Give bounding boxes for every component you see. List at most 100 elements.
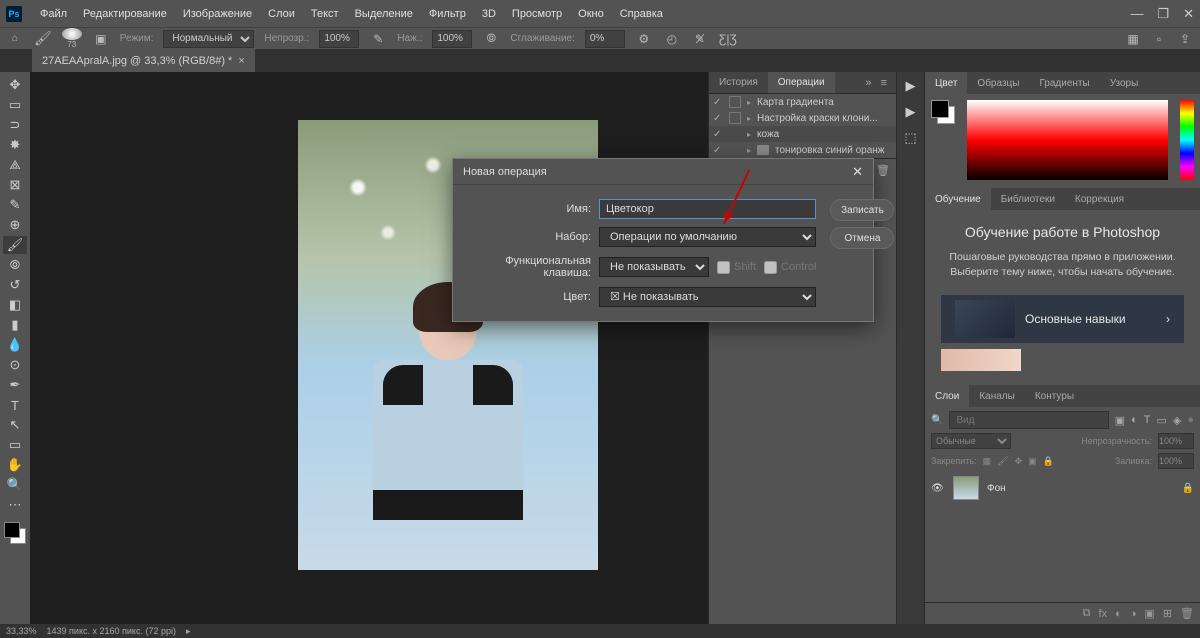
delete-layer-icon[interactable]: 🗑: [1180, 607, 1194, 620]
learn-card-thumb[interactable]: [941, 349, 1021, 371]
tab-history[interactable]: История: [709, 72, 768, 93]
filter-toggle-icon[interactable]: ●: [1187, 414, 1194, 427]
new-layer-icon[interactable]: ⊞: [1163, 607, 1172, 620]
action-item[interactable]: ✓▸кожа: [709, 126, 896, 142]
menu-image[interactable]: Изображение: [175, 8, 260, 20]
history-brush-tool[interactable]: ↺: [3, 276, 27, 294]
pen-tool[interactable]: ✒: [3, 376, 27, 394]
eyedropper-tool[interactable]: ✎: [3, 196, 27, 214]
lock-paint-icon[interactable]: 🖌: [997, 456, 1008, 467]
lock-pixels-icon[interactable]: ▦: [983, 456, 992, 467]
hue-slider[interactable]: [1180, 100, 1194, 180]
opacity-input[interactable]: [319, 30, 359, 48]
symmetry-icon[interactable]: Ƹ|Ʒ: [719, 30, 737, 48]
menu-layers[interactable]: Слои: [260, 8, 303, 20]
healing-tool[interactable]: ⊕: [3, 216, 27, 234]
panel-toggle-icon[interactable]: ▦: [1124, 30, 1142, 48]
marquee-tool[interactable]: ▭: [3, 96, 27, 114]
menu-filter[interactable]: Фильтр: [421, 8, 474, 20]
edit-toolbar[interactable]: ⋯: [3, 496, 27, 514]
color-field[interactable]: [967, 100, 1168, 180]
lock-all-icon[interactable]: 🔒: [1043, 456, 1054, 467]
home-icon[interactable]: ⌂: [6, 30, 24, 48]
shape-tool[interactable]: ▭: [3, 436, 27, 454]
dialog-close-icon[interactable]: ✕: [852, 164, 863, 180]
window-maximize[interactable]: ❐: [1157, 6, 1169, 22]
filter-smart-icon[interactable]: ◈: [1173, 414, 1181, 427]
blend-mode-layer-select[interactable]: Обычные: [931, 433, 1011, 449]
lock-pos-icon[interactable]: ✥: [1015, 456, 1023, 467]
tab-actions[interactable]: Операции: [768, 72, 835, 93]
zoom-level[interactable]: 33,33%: [6, 626, 37, 636]
mid-icon-3[interactable]: ⬚: [904, 130, 916, 146]
tab-swatches[interactable]: Образцы: [967, 72, 1029, 94]
mask-icon[interactable]: ◐: [1115, 608, 1122, 620]
group-icon[interactable]: ▣: [1144, 607, 1154, 620]
tablet-pressure-icon[interactable]: ✎̸: [691, 30, 709, 48]
canvas-area[interactable]: [30, 72, 708, 624]
zoom-tool[interactable]: 🔍: [3, 476, 27, 494]
menu-help[interactable]: Справка: [612, 8, 671, 20]
mid-icon-1[interactable]: ▶: [906, 78, 916, 94]
link-layers-icon[interactable]: ⧉: [1083, 607, 1091, 620]
tool-preset-icon[interactable]: 🖌: [34, 30, 52, 47]
menu-view[interactable]: Просмотр: [504, 8, 570, 20]
opacity-pressure-icon[interactable]: ✎: [369, 30, 387, 48]
brush-tool[interactable]: 🖌: [3, 236, 27, 254]
menu-file[interactable]: Файл: [32, 8, 75, 20]
menu-edit[interactable]: Редактирование: [75, 8, 175, 20]
mid-icon-2[interactable]: ▶: [906, 104, 916, 120]
dodge-tool[interactable]: ⊙: [3, 356, 27, 374]
share-icon[interactable]: ⇪: [1176, 30, 1194, 48]
record-button[interactable]: Записать: [830, 199, 894, 221]
tab-channels[interactable]: Каналы: [969, 385, 1025, 407]
hand-tool[interactable]: ✋: [3, 456, 27, 474]
action-color-select[interactable]: ☒ Не показывать: [599, 287, 816, 307]
tab-patterns[interactable]: Узоры: [1100, 72, 1149, 94]
smoothing-input[interactable]: [585, 30, 625, 48]
frame-tool[interactable]: ⊠: [3, 176, 27, 194]
action-item[interactable]: ✓▸Карта градиента: [709, 94, 896, 110]
layer-opacity-input[interactable]: [1158, 433, 1194, 449]
menu-3d[interactable]: 3D: [474, 8, 504, 20]
menu-text[interactable]: Текст: [303, 8, 347, 20]
smoothing-gear-icon[interactable]: ⚙: [635, 30, 653, 48]
crop-tool[interactable]: ⟁: [3, 156, 27, 174]
layer-row[interactable]: 👁 Фон 🔒: [925, 473, 1200, 503]
fx-icon[interactable]: fx: [1099, 608, 1108, 620]
tab-libraries[interactable]: Библиотеки: [991, 188, 1065, 210]
filter-shape-icon[interactable]: ▭: [1156, 414, 1166, 427]
fg-bg-swatches[interactable]: [931, 100, 955, 124]
color-picker-toolbar[interactable]: [4, 522, 26, 544]
close-tab-icon[interactable]: ×: [238, 55, 244, 67]
flow-input[interactable]: [432, 30, 472, 48]
menu-select[interactable]: Выделение: [347, 8, 421, 20]
panel-menu-icon[interactable]: » ≡: [859, 77, 896, 89]
trash-icon[interactable]: 🗑: [876, 164, 890, 177]
tab-paths[interactable]: Контуры: [1025, 385, 1084, 407]
layer-thumbnail[interactable]: [953, 476, 979, 500]
panel-toggle2-icon[interactable]: ▫: [1150, 30, 1168, 48]
action-item[interactable]: ✓▸тонировка синий оранж: [709, 142, 896, 158]
tab-layers[interactable]: Слои: [925, 385, 969, 407]
window-minimize[interactable]: —: [1130, 6, 1143, 22]
path-tool[interactable]: ↖: [3, 416, 27, 434]
angle-icon[interactable]: ◴: [663, 30, 681, 48]
lock-artboard-icon[interactable]: ▣: [1028, 456, 1037, 467]
menu-window[interactable]: Окно: [570, 8, 612, 20]
learn-card-basics[interactable]: Основные навыки ›: [941, 295, 1184, 343]
blur-tool[interactable]: 💧: [3, 336, 27, 354]
filter-adjust-icon[interactable]: ◐: [1131, 414, 1138, 427]
status-arrow-icon[interactable]: ▸: [186, 626, 191, 637]
layer-visibility-icon[interactable]: 👁: [931, 483, 945, 494]
tab-learn[interactable]: Обучение: [925, 188, 991, 210]
text-tool[interactable]: T: [3, 396, 27, 414]
eraser-tool[interactable]: ◧: [3, 296, 27, 314]
filter-text-icon[interactable]: T: [1144, 414, 1151, 427]
blend-mode-select[interactable]: Нормальный: [163, 30, 254, 48]
document-tab[interactable]: 27AEAApralA.jpg @ 33,3% (RGB/8#) * ×: [32, 49, 255, 72]
lasso-tool[interactable]: ⊃: [3, 116, 27, 134]
cancel-button[interactable]: Отмена: [830, 227, 894, 249]
airbrush-icon[interactable]: ⦾: [482, 30, 500, 48]
tab-correction[interactable]: Коррекция: [1065, 188, 1134, 210]
